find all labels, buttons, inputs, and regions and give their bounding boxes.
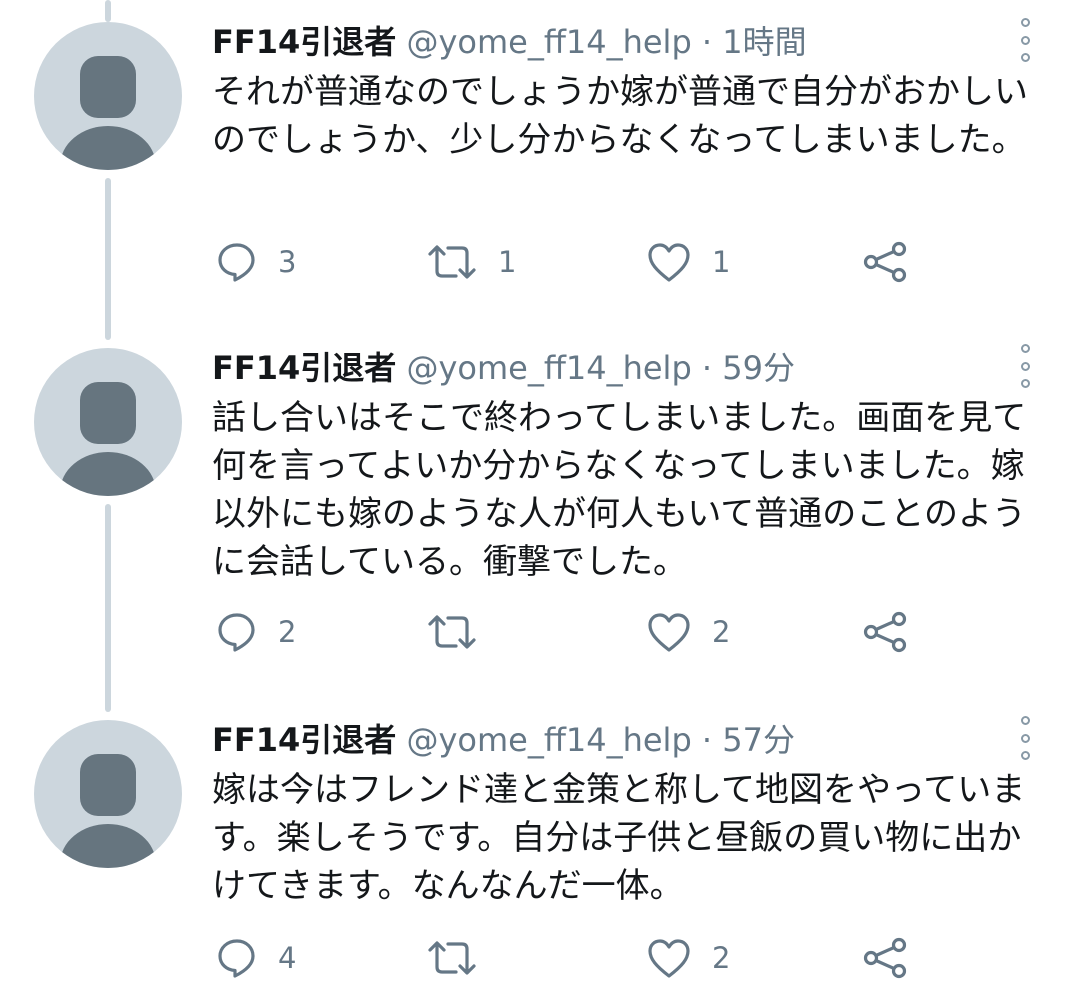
reply-icon	[218, 613, 255, 652]
heart-icon	[648, 613, 690, 652]
tweet-header: FF14引退者 @yome_ff14_help · 1時間	[212, 20, 807, 64]
user-handle[interactable]: @yome_ff14_help	[406, 721, 691, 759]
avatar-body-shape	[60, 126, 156, 170]
display-name[interactable]: FF14引退者	[212, 23, 396, 61]
retweet-button[interactable]	[426, 610, 498, 654]
timestamp[interactable]: · 59分	[702, 349, 795, 387]
reply-count: 2	[278, 615, 297, 649]
avatar-head-shape	[80, 382, 136, 444]
share-button[interactable]	[862, 610, 908, 654]
avatar-body-shape	[60, 824, 156, 868]
more-vertical-icon[interactable]	[1016, 716, 1034, 760]
reply-button[interactable]: 2	[216, 610, 296, 654]
avatar-head-shape	[80, 56, 136, 118]
tweet-text: 嫁は今はフレンド達と金策と称して地図をやっています。楽しそうです。自分は子供と昼…	[212, 770, 1026, 906]
retweet-button[interactable]: 1	[426, 240, 516, 284]
retweet-icon	[428, 245, 476, 279]
retweet-icon	[428, 615, 476, 649]
share-icon	[863, 937, 907, 979]
reply-icon	[218, 939, 255, 978]
retweet-icon	[428, 941, 476, 975]
user-handle[interactable]: @yome_ff14_help	[406, 23, 691, 61]
user-handle[interactable]: @yome_ff14_help	[406, 349, 691, 387]
reply-count: 3	[278, 245, 297, 279]
tweet[interactable]: FF14引退者 @yome_ff14_help · 59分 話し合いはそこで終わ…	[0, 326, 1080, 696]
like-button[interactable]: 2	[646, 610, 730, 654]
avatar[interactable]	[34, 22, 182, 170]
share-button[interactable]	[862, 240, 908, 284]
share-icon	[863, 241, 907, 283]
share-button[interactable]	[862, 936, 908, 980]
tweet-text: それが普通なのでしょうか嫁が普通で自分がおかしいのでしょうか、少し分からなくなっ…	[212, 72, 1028, 160]
reply-button[interactable]: 3	[216, 240, 296, 284]
heart-icon	[648, 243, 690, 282]
heart-icon	[648, 939, 690, 978]
retweet-button[interactable]	[426, 936, 498, 980]
reply-icon	[218, 243, 255, 282]
avatar[interactable]	[34, 348, 182, 496]
like-count: 2	[712, 941, 731, 975]
like-count: 2	[712, 615, 731, 649]
display-name[interactable]: FF14引退者	[212, 349, 396, 387]
tweet[interactable]: FF14引退者 @yome_ff14_help · 1時間 それが普通なのでしょ…	[0, 0, 1080, 330]
retweet-count: 1	[498, 245, 517, 279]
share-icon	[863, 611, 907, 653]
more-vertical-icon[interactable]	[1016, 344, 1034, 388]
like-button[interactable]: 2	[646, 936, 730, 980]
tweet[interactable]: FF14引退者 @yome_ff14_help · 57分 嫁は今はフレンド達と…	[0, 698, 1080, 1001]
like-count: 1	[712, 245, 731, 279]
tweet-header: FF14引退者 @yome_ff14_help · 57分	[212, 718, 795, 762]
like-button[interactable]: 1	[646, 240, 730, 284]
timestamp[interactable]: · 1時間	[702, 23, 807, 61]
tweet-text: 話し合いはそこで終わってしまいました。画面を見て何を言ってよいか分からなくなって…	[212, 398, 1027, 582]
reply-count: 4	[278, 941, 297, 975]
timestamp[interactable]: · 57分	[702, 721, 795, 759]
avatar-body-shape	[60, 452, 156, 496]
avatar[interactable]	[34, 720, 182, 868]
tweet-header: FF14引退者 @yome_ff14_help · 59分	[212, 346, 795, 390]
reply-button[interactable]: 4	[216, 936, 296, 980]
more-vertical-icon[interactable]	[1016, 18, 1034, 62]
display-name[interactable]: FF14引退者	[212, 721, 396, 759]
avatar-head-shape	[80, 754, 136, 816]
